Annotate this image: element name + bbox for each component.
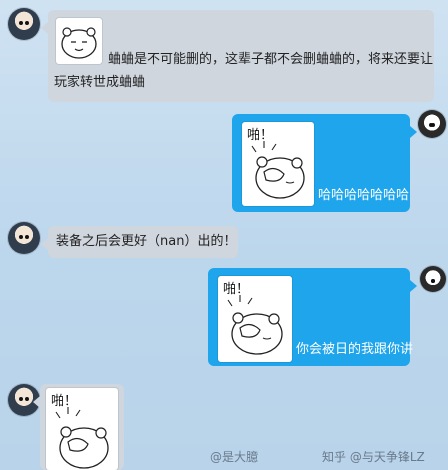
slap-bear-sticker: 啪！ — [242, 122, 314, 206]
message-text: 装备之后会更好（nan）出的！ — [56, 234, 237, 249]
message-text: 你会被日的我跟你讲 — [296, 342, 414, 357]
message-text: 哈哈哈哈哈哈哈 — [318, 188, 410, 203]
message-bubble[interactable]: 啪！ 哈哈哈哈哈哈哈 — [232, 114, 417, 212]
message-bubble[interactable]: 装备之后会更好（nan）出的！ — [41, 226, 238, 258]
cartoon-bear-sticker — [56, 18, 102, 64]
message-bubble[interactable]: 啪！ 你会被日的我跟你讲 — [208, 268, 417, 366]
message-bubble[interactable]: 啪！ — [33, 384, 124, 470]
message-text-line-1: 蛐蛐是不可能删的，这辈子都不会删蛐蛐的，将来还要让 — [108, 52, 434, 67]
message-bubble[interactable]: 蛐蛐是不可能删的，这辈子都不会删蛐蛐的，将来还要让 玩家转世成蛐蛐 — [41, 10, 434, 102]
girl-avatar-icon[interactable] — [418, 110, 446, 138]
slap-bear-sticker: 啪！ — [218, 276, 292, 362]
user-avatar-icon[interactable] — [8, 222, 40, 254]
zhihu-watermark: 知乎 @与天争锋LZ — [322, 450, 425, 464]
weibo-watermark: @是大臆 — [210, 450, 259, 464]
girl-avatar-icon[interactable] — [420, 266, 446, 292]
message-text-line-2: 玩家转世成蛐蛐 — [54, 75, 146, 90]
user-avatar-icon[interactable] — [8, 8, 40, 40]
slap-bear-sticker: 啪！ — [46, 388, 118, 470]
